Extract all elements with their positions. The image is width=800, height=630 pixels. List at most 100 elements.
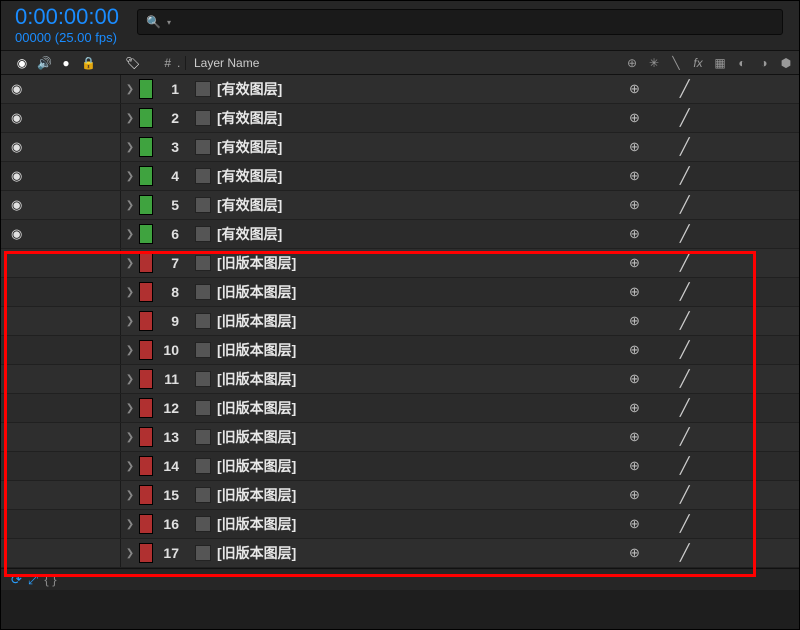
label-color-swatch[interactable] [139, 514, 153, 534]
switch-shy-icon[interactable]: ⊕ [625, 56, 639, 70]
layer-name-cell[interactable]: [旧版本图层] [189, 369, 619, 389]
transform-anchor-icon[interactable]: ⊕ [629, 110, 640, 126]
visibility-cell[interactable] [1, 336, 121, 364]
quality-slash-icon[interactable]: ╱ [680, 311, 690, 331]
layer-name-cell[interactable]: [旧版本图层] [189, 340, 619, 360]
twirl-icon[interactable]: ❯ [121, 229, 139, 240]
timecode-block[interactable]: 0:00:00:00 00000 (25.00 fps) [15, 5, 119, 45]
quality-slash-icon[interactable]: ╱ [680, 456, 690, 476]
switch-frameblend-icon[interactable]: ▦ [713, 56, 727, 70]
twirl-icon[interactable]: ❯ [121, 316, 139, 327]
layer-switches[interactable]: ⊕╱ [619, 514, 799, 534]
quality-slash-icon[interactable]: ╱ [680, 137, 690, 157]
visibility-cell[interactable] [1, 539, 121, 567]
layer-switches[interactable]: ⊕╱ [619, 369, 799, 389]
switch-collapse-icon[interactable]: ✳ [647, 56, 661, 70]
label-color-swatch[interactable] [139, 79, 153, 99]
twirl-icon[interactable]: ❯ [121, 461, 139, 472]
layer-row[interactable]: ❯17[旧版本图层]⊕╱ [1, 539, 799, 568]
quality-slash-icon[interactable]: ╱ [680, 224, 690, 244]
transform-anchor-icon[interactable]: ⊕ [629, 197, 640, 213]
transform-anchor-icon[interactable]: ⊕ [629, 313, 640, 329]
quality-slash-icon[interactable]: ╱ [680, 282, 690, 302]
transform-anchor-icon[interactable]: ⊕ [629, 429, 640, 445]
visibility-cell[interactable]: ◉ [1, 104, 121, 132]
quality-slash-icon[interactable]: ╱ [680, 398, 690, 418]
layer-row[interactable]: ◉❯4[有效图层]⊕╱ [1, 162, 799, 191]
layer-row[interactable]: ❯10[旧版本图层]⊕╱ [1, 336, 799, 365]
twirl-icon[interactable]: ❯ [121, 142, 139, 153]
transform-anchor-icon[interactable]: ⊕ [629, 400, 640, 416]
solo-column-icon[interactable]: ● [59, 56, 73, 70]
layer-switches[interactable]: ⊕╱ [619, 398, 799, 418]
quality-slash-icon[interactable]: ╱ [680, 166, 690, 186]
layer-name-cell[interactable]: [有效图层] [189, 108, 619, 128]
layer-row[interactable]: ❯13[旧版本图层]⊕╱ [1, 423, 799, 452]
visibility-cell[interactable]: ◉ [1, 75, 121, 103]
label-color-swatch[interactable] [139, 137, 153, 157]
label-color-swatch[interactable] [139, 456, 153, 476]
layer-switches[interactable]: ⊕╱ [619, 427, 799, 447]
layer-name-cell[interactable]: [旧版本图层] [189, 253, 619, 273]
layer-name-cell[interactable]: [旧版本图层] [189, 543, 619, 563]
label-color-swatch[interactable] [139, 195, 153, 215]
label-color-swatch[interactable] [139, 282, 153, 302]
transform-anchor-icon[interactable]: ⊕ [629, 168, 640, 184]
layer-switches[interactable]: ⊕╱ [619, 543, 799, 563]
layer-switches[interactable]: ⊕╱ [619, 108, 799, 128]
quality-slash-icon[interactable]: ╱ [680, 514, 690, 534]
transform-anchor-icon[interactable]: ⊕ [629, 342, 640, 358]
twirl-icon[interactable]: ❯ [121, 200, 139, 211]
layer-name-cell[interactable]: [有效图层] [189, 79, 619, 99]
quality-slash-icon[interactable]: ╱ [680, 543, 690, 563]
twirl-icon[interactable]: ❯ [121, 374, 139, 385]
label-color-swatch[interactable] [139, 543, 153, 563]
twirl-icon[interactable]: ❯ [121, 432, 139, 443]
label-color-swatch[interactable] [139, 340, 153, 360]
twirl-icon[interactable]: ❯ [121, 403, 139, 414]
visibility-cell[interactable] [1, 307, 121, 335]
transform-anchor-icon[interactable]: ⊕ [629, 139, 640, 155]
layer-row[interactable]: ❯7[旧版本图层]⊕╱ [1, 249, 799, 278]
visibility-cell[interactable]: ◉ [1, 191, 121, 219]
layer-name-cell[interactable]: [有效图层] [189, 224, 619, 244]
layer-row[interactable]: ❯14[旧版本图层]⊕╱ [1, 452, 799, 481]
visibility-cell[interactable] [1, 365, 121, 393]
layer-switches[interactable]: ⊕╱ [619, 166, 799, 186]
layer-switches[interactable]: ⊕╱ [619, 340, 799, 360]
layer-row[interactable]: ◉❯3[有效图层]⊕╱ [1, 133, 799, 162]
search-input[interactable]: 🔍 ▾ [137, 9, 783, 35]
index-column-header[interactable]: # [147, 56, 177, 70]
eye-icon[interactable]: ◉ [11, 139, 22, 155]
layer-switches[interactable]: ⊕╱ [619, 282, 799, 302]
eye-icon[interactable]: ◉ [11, 81, 22, 97]
label-color-swatch[interactable] [139, 253, 153, 273]
layer-name-cell[interactable]: [有效图层] [189, 166, 619, 186]
layer-row[interactable]: ❯12[旧版本图层]⊕╱ [1, 394, 799, 423]
layer-row[interactable]: ◉❯5[有效图层]⊕╱ [1, 191, 799, 220]
switch-adjust-icon[interactable]: ◑ [757, 56, 771, 70]
twirl-icon[interactable]: ❯ [121, 171, 139, 182]
quality-slash-icon[interactable]: ╱ [680, 340, 690, 360]
label-column-icon[interactable]: 🏷 [125, 56, 147, 70]
lock-column-icon[interactable]: 🔒 [81, 56, 95, 70]
transform-anchor-icon[interactable]: ⊕ [629, 487, 640, 503]
twirl-icon[interactable]: ❯ [121, 258, 139, 269]
audio-column-icon[interactable]: 🔊 [37, 56, 51, 70]
layer-row[interactable]: ❯11[旧版本图层]⊕╱ [1, 365, 799, 394]
switch-3d-icon[interactable]: ⬢ [779, 56, 793, 70]
layer-name-cell[interactable]: [旧版本图层] [189, 514, 619, 534]
label-color-swatch[interactable] [139, 224, 153, 244]
layer-switches[interactable]: ⊕╱ [619, 224, 799, 244]
layer-name-cell[interactable]: [旧版本图层] [189, 398, 619, 418]
layer-switches[interactable]: ⊕╱ [619, 456, 799, 476]
eye-icon[interactable]: ◉ [11, 110, 22, 126]
switch-quality-icon[interactable]: ╲ [669, 56, 683, 70]
layer-row[interactable]: ◉❯2[有效图层]⊕╱ [1, 104, 799, 133]
twirl-icon[interactable]: ❯ [121, 113, 139, 124]
layer-row[interactable]: ◉❯6[有效图层]⊕╱ [1, 220, 799, 249]
transform-anchor-icon[interactable]: ⊕ [629, 81, 640, 97]
transform-anchor-icon[interactable]: ⊕ [629, 371, 640, 387]
quality-slash-icon[interactable]: ╱ [680, 108, 690, 128]
eye-icon[interactable]: ◉ [11, 197, 22, 213]
